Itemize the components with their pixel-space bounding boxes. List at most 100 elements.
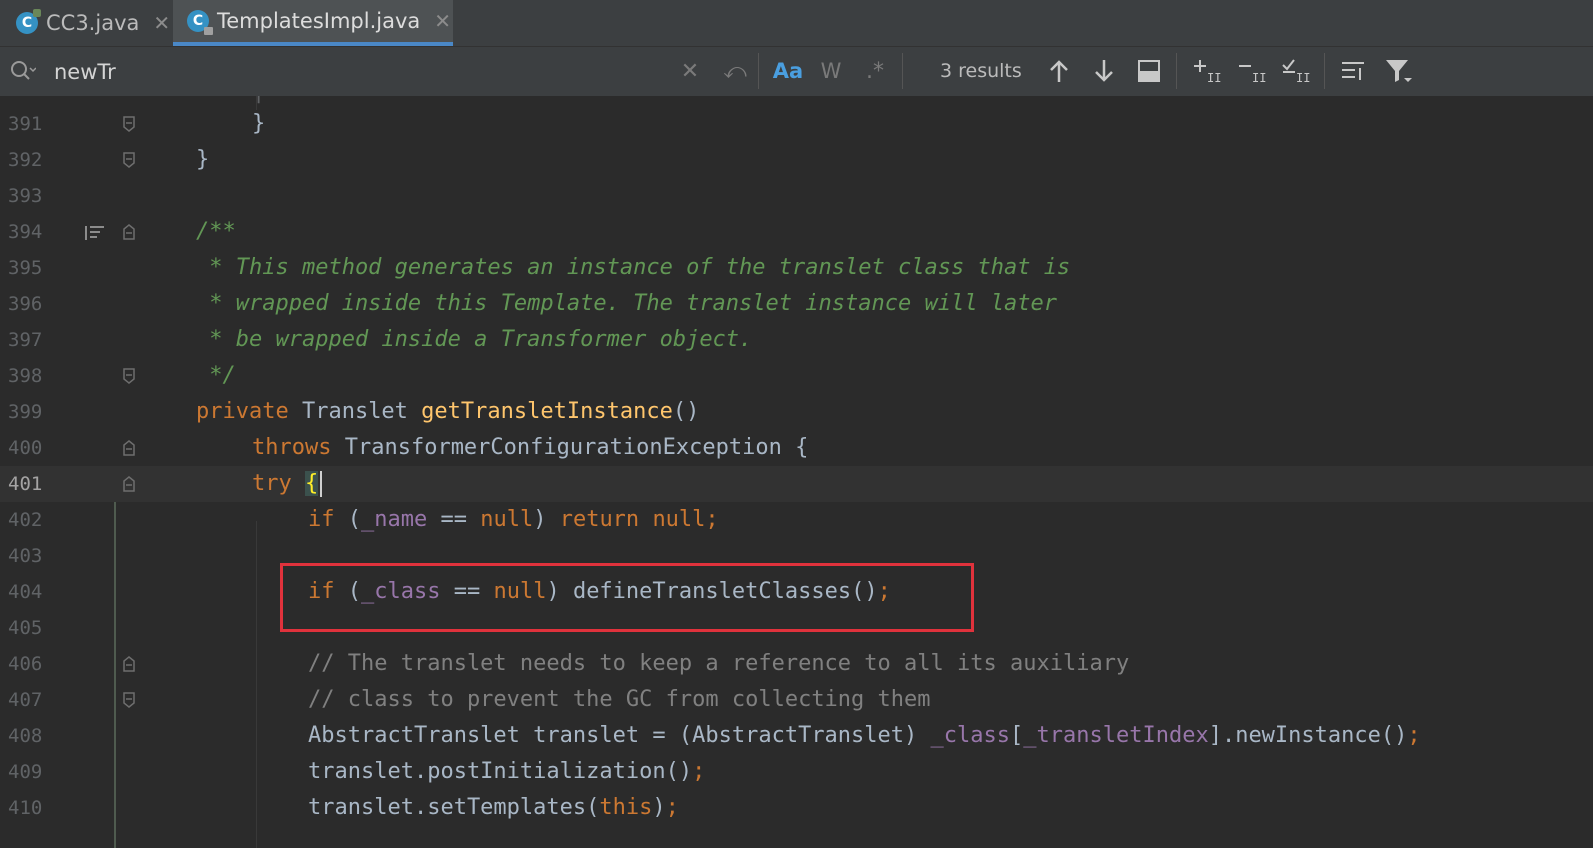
add-occurrence-icon[interactable]: II	[1192, 56, 1222, 86]
find-bar: ✕ ⤺ Aa W .* 3 results II II II	[0, 47, 1593, 97]
tab-label: CC3.java	[46, 11, 140, 35]
new-line-button[interactable]: ⤺	[720, 56, 750, 86]
text-caret	[320, 471, 322, 497]
code-line-current: 401 try {	[0, 466, 1593, 502]
line-number: 401	[8, 473, 43, 495]
fold-end-icon[interactable]	[122, 151, 136, 169]
line-number: 395	[8, 257, 43, 279]
code-text: AbstractTranslet translet = (AbstractTra…	[308, 723, 1421, 748]
line-number: 398	[8, 365, 43, 387]
annotation-highlight-box	[280, 563, 974, 632]
code-text: */	[196, 363, 236, 388]
select-all-matches-icon[interactable]: II	[1281, 56, 1311, 86]
close-icon: ✕	[680, 58, 700, 84]
code-line: 406 // The translet needs to keep a refe…	[0, 646, 1593, 682]
code-text: throws TransformerConfigurationException…	[252, 435, 809, 460]
code-text: translet.setTemplates(this);	[308, 795, 679, 820]
separator	[1176, 53, 1177, 89]
code-line: 408 AbstractTranslet translet = (Abstrac…	[0, 718, 1593, 754]
code-line: 402 if (_name == null) return null;	[0, 502, 1593, 538]
code-text: }	[252, 111, 266, 136]
filter-icon[interactable]	[1383, 56, 1413, 86]
line-number: 409	[8, 761, 43, 783]
line-number: 397	[8, 329, 43, 351]
line-number: 410	[8, 797, 43, 819]
fold-start-icon[interactable]	[122, 475, 136, 493]
code-line: 395 * This method generates an instance …	[0, 250, 1593, 286]
search-icon[interactable]	[10, 59, 36, 83]
code-line: 392 }	[0, 142, 1593, 178]
code-text: try {	[252, 471, 319, 496]
fold-end-icon[interactable]	[122, 115, 136, 133]
fold-end-icon[interactable]	[122, 367, 136, 385]
line-number: 392	[8, 149, 43, 171]
clear-search-button[interactable]: ✕	[676, 56, 704, 86]
tab-templatesimpl-java[interactable]: C TemplatesImpl.java ✕	[173, 0, 453, 46]
code-editor[interactable]: | 391 } 392 } 393 394 /** 395 * This met…	[0, 96, 1593, 848]
select-all-occurrences-icon[interactable]	[1136, 56, 1162, 86]
code-line: 399 private Translet getTransletInstance…	[0, 394, 1593, 430]
code-text: if (_name == null) return null;	[308, 507, 719, 532]
code-text: }	[196, 147, 210, 172]
next-occurrence-icon[interactable]	[1091, 56, 1117, 86]
remove-occurrence-icon[interactable]: II	[1237, 56, 1267, 86]
fold-end-icon[interactable]	[122, 691, 136, 709]
line-number: 400	[8, 437, 43, 459]
code-text: // The translet needs to keep a referenc…	[308, 651, 1130, 676]
tab-label: TemplatesImpl.java	[217, 9, 421, 33]
svg-text:II: II	[1207, 71, 1221, 85]
line-number: 403	[8, 545, 43, 567]
separator	[758, 53, 759, 89]
close-icon[interactable]: ✕	[153, 11, 170, 35]
separator	[902, 53, 903, 89]
return-icon: ⤺	[723, 58, 747, 84]
svg-text:II: II	[1296, 71, 1310, 85]
search-results-count: 3 results	[940, 60, 1022, 82]
previous-occurrence-icon[interactable]	[1046, 56, 1072, 86]
matched-brace: {	[305, 471, 319, 496]
code-text: translet.postInitialization();	[308, 759, 706, 784]
line-number: 394	[8, 221, 43, 243]
line-number: 404	[8, 581, 43, 603]
line-number: 391	[8, 113, 43, 135]
fold-start-icon[interactable]	[122, 439, 136, 457]
line-number: 396	[8, 293, 43, 315]
code-line: 410 translet.setTemplates(this);	[0, 790, 1593, 826]
code-line: 393	[0, 178, 1593, 214]
code-line: 409 translet.postInitialization();	[0, 754, 1593, 790]
code-line: 400 throws TransformerConfigurationExcep…	[0, 430, 1593, 466]
code-text: // class to prevent the GC from collecti…	[308, 687, 931, 712]
code-text: * be wrapped inside a Transformer object…	[196, 327, 753, 352]
filter-lines-icon[interactable]	[1339, 56, 1367, 86]
editor-tab-bar: C CC3.java ✕ C TemplatesImpl.java ✕	[0, 0, 1593, 47]
line-number: 406	[8, 653, 43, 675]
java-class-readonly-icon: C	[187, 10, 213, 35]
code-line: 396 * wrapped inside this Template. The …	[0, 286, 1593, 322]
code-line: 398 */	[0, 358, 1593, 394]
match-case-button[interactable]: Aa	[770, 56, 806, 86]
line-number: 393	[8, 185, 43, 207]
code-line: 407 // class to prevent the GC from coll…	[0, 682, 1593, 718]
code-line: 391 }	[0, 106, 1593, 142]
words-button[interactable]: W	[816, 56, 846, 86]
code-text: private Translet getTransletInstance()	[196, 399, 700, 424]
separator	[1324, 53, 1325, 89]
svg-text:II: II	[1252, 71, 1266, 85]
tab-cc3-java[interactable]: C CC3.java ✕	[0, 0, 172, 46]
code-text: /**	[196, 219, 236, 244]
line-number: 408	[8, 725, 43, 747]
regex-button[interactable]: .*	[860, 56, 890, 86]
java-class-icon: C	[16, 9, 41, 34]
line-number: 405	[8, 617, 43, 639]
line-number: 402	[8, 509, 43, 531]
code-line: 394 /**	[0, 214, 1593, 250]
code-text: * This method generates an instance of t…	[196, 255, 1071, 280]
line-number: 407	[8, 689, 43, 711]
code-line: 397 * be wrapped inside a Transformer ob…	[0, 322, 1593, 358]
line-number: 399	[8, 401, 43, 423]
search-input[interactable]	[52, 55, 646, 89]
fold-start-icon[interactable]	[122, 655, 136, 673]
code-text: * wrapped inside this Template. The tran…	[196, 291, 1057, 316]
close-icon[interactable]: ✕	[434, 9, 451, 33]
fold-start-icon[interactable]	[122, 223, 136, 241]
